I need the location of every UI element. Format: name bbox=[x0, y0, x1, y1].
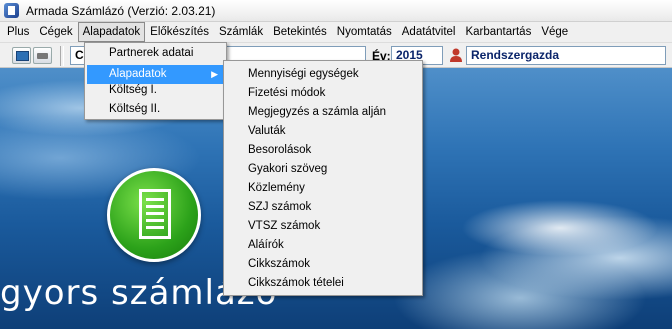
menu-bar: Plus Cégek Alapadatok Előkészítés Számlá… bbox=[0, 22, 672, 42]
menu-betekintes[interactable]: Betekintés bbox=[268, 22, 332, 42]
menu-nyomtatas[interactable]: Nyomtatás bbox=[332, 22, 397, 42]
submenu-item-valutak[interactable]: Valuták bbox=[226, 122, 420, 141]
submenu-item-gyakori-szoveg[interactable]: Gyakori szöveg bbox=[226, 160, 420, 179]
submenu-item-alairok[interactable]: Aláírók bbox=[226, 236, 420, 255]
window-title: Armada Számlázó (Verzió: 2.03.21) bbox=[26, 4, 216, 18]
document-logo-icon bbox=[107, 168, 201, 262]
menu-elokeszites[interactable]: Előkészítés bbox=[145, 22, 214, 42]
alapadatok-submenu: Mennyiségi egységek Fizetési módok Megje… bbox=[223, 60, 423, 296]
dropdown-item-koltseg-2[interactable]: Költség II. bbox=[87, 100, 224, 119]
title-bar: Armada Számlázó (Verzió: 2.03.21) bbox=[0, 0, 672, 22]
menu-karbantartas[interactable]: Karbantartás bbox=[460, 22, 536, 42]
menu-alapadatok[interactable]: Alapadatok bbox=[77, 22, 146, 42]
menu-adatatvitel[interactable]: Adatátvitel bbox=[397, 22, 461, 42]
dropdown-item-koltseg-1[interactable]: Költség I. bbox=[87, 81, 224, 100]
alapadatok-dropdown: Partnerek adatai Alapadatok ▶ Költség I.… bbox=[84, 42, 227, 120]
user-icon bbox=[450, 48, 462, 62]
submenu-item-besorolasok[interactable]: Besorolások bbox=[226, 141, 420, 160]
dropdown-item-label: Alapadatok bbox=[109, 68, 167, 80]
submenu-item-kozlemeny[interactable]: Közlemény bbox=[226, 179, 420, 198]
submenu-item-szj-szamok[interactable]: SZJ számok bbox=[226, 198, 420, 217]
printer-icon[interactable] bbox=[33, 47, 52, 64]
submenu-item-cikkszamok[interactable]: Cikkszámok bbox=[226, 255, 420, 274]
calculator-icon[interactable] bbox=[12, 47, 31, 64]
submenu-item-vtsz-szamok[interactable]: VTSZ számok bbox=[226, 217, 420, 236]
submenu-item-fizetesi-modok[interactable]: Fizetési módok bbox=[226, 84, 420, 103]
toolbar-separator bbox=[60, 46, 64, 66]
submenu-item-mennyisegi-egysegek[interactable]: Mennyiségi egységek bbox=[226, 65, 420, 84]
dropdown-item-partnerek[interactable]: Partnerek adatai bbox=[87, 44, 224, 63]
user-field: Rendszergazda bbox=[466, 46, 666, 65]
app-icon bbox=[4, 3, 19, 18]
menu-plus[interactable]: Plus bbox=[2, 22, 34, 42]
menu-szamlak[interactable]: Számlák bbox=[214, 22, 268, 42]
menu-cegek[interactable]: Cégek bbox=[34, 22, 77, 42]
menu-vege[interactable]: Vége bbox=[536, 22, 573, 42]
submenu-item-cikkszamok-tetelei[interactable]: Cikkszámok tételei bbox=[226, 274, 420, 293]
submenu-item-megjegyzes[interactable]: Megjegyzés a számla alján bbox=[226, 103, 420, 122]
